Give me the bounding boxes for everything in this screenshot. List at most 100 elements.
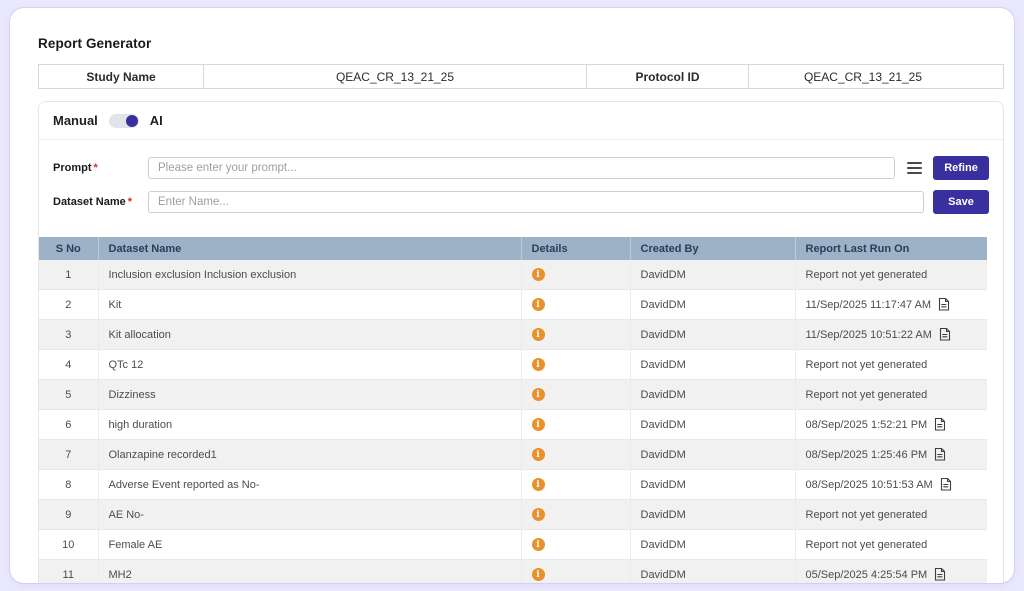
report-last-run-text: Report not yet generated <box>806 359 928 371</box>
details-info-icon[interactable]: i <box>532 478 545 491</box>
row-details-cell: i <box>521 500 630 530</box>
report-last-run-text: Report not yet generated <box>806 509 928 521</box>
row-dataset-name: QTc 12 <box>98 350 521 380</box>
row-dataset-name: Olanzapine recorded1 <box>98 440 521 470</box>
details-info-icon[interactable]: i <box>532 538 545 551</box>
prompt-row: Prompt* Refine <box>53 156 989 180</box>
row-serial-number: 6 <box>39 410 98 440</box>
required-asterisk: * <box>94 162 98 174</box>
dataset-table-body: 1 Inclusion exclusion Inclusion exclusio… <box>39 260 987 583</box>
report-last-run-text: 08/Sep/2025 1:52:21 PM <box>806 419 928 431</box>
table-row: 8 Adverse Event reported as No- i DavidD… <box>39 470 987 500</box>
table-row: 3 Kit allocation i DavidDM 11/Sep/2025 1… <box>39 320 987 350</box>
row-serial-number: 9 <box>39 500 98 530</box>
details-info-icon[interactable]: i <box>532 568 545 581</box>
row-report-last-run: Report not yet generated <box>795 530 987 560</box>
report-last-run-text: 11/Sep/2025 11:17:47 AM <box>806 299 932 311</box>
table-row: 5 Dizziness i DavidDM Report not yet gen… <box>39 380 987 410</box>
refine-button[interactable]: Refine <box>933 156 989 180</box>
row-created-by: DavidDM <box>630 350 795 380</box>
details-info-icon[interactable]: i <box>532 328 545 341</box>
report-last-run-text: Report not yet generated <box>806 389 928 401</box>
row-dataset-name: Inclusion exclusion Inclusion exclusion <box>98 260 521 290</box>
table-row: 1 Inclusion exclusion Inclusion exclusio… <box>39 260 987 290</box>
dataset-name-input[interactable] <box>148 191 924 213</box>
ai-mode-label[interactable]: AI <box>150 113 163 128</box>
row-serial-number: 7 <box>39 440 98 470</box>
required-asterisk: * <box>128 196 132 208</box>
table-row: 4 QTc 12 i DavidDM Report not yet genera… <box>39 350 987 380</box>
dataset-table: S No Dataset Name Details Created By Rep… <box>39 237 987 583</box>
study-name-label: Study Name <box>38 64 204 89</box>
report-last-run-text: 05/Sep/2025 4:25:54 PM <box>806 569 928 581</box>
row-dataset-name: Kit <box>98 290 521 320</box>
table-row: 11 MH2 i DavidDM 05/Sep/2025 4:25:54 PM <box>39 560 987 584</box>
row-details-cell: i <box>521 350 630 380</box>
column-header-dataset-name: Dataset Name <box>98 237 521 260</box>
details-info-icon[interactable]: i <box>532 298 545 311</box>
details-info-icon[interactable]: i <box>532 388 545 401</box>
details-info-icon[interactable]: i <box>532 418 545 431</box>
row-report-last-run: 08/Sep/2025 1:52:21 PM <box>795 410 987 440</box>
row-report-last-run: Report not yet generated <box>795 500 987 530</box>
row-serial-number: 8 <box>39 470 98 500</box>
manual-mode-label[interactable]: Manual <box>53 113 98 128</box>
row-report-last-run: Report not yet generated <box>795 260 987 290</box>
protocol-id-label: Protocol ID <box>586 64 749 89</box>
toggle-knob-icon <box>126 115 138 127</box>
row-created-by: DavidDM <box>630 290 795 320</box>
table-row: 10 Female AE i DavidDM Report not yet ge… <box>39 530 987 560</box>
prompt-options-menu-icon[interactable] <box>904 159 924 177</box>
row-dataset-name: Adverse Event reported as No- <box>98 470 521 500</box>
row-serial-number: 10 <box>39 530 98 560</box>
details-info-icon[interactable]: i <box>532 508 545 521</box>
column-header-created-by: Created By <box>630 237 795 260</box>
row-serial-number: 1 <box>39 260 98 290</box>
row-report-last-run: Report not yet generated <box>795 350 987 380</box>
report-file-icon[interactable] <box>938 298 950 311</box>
mode-toggle-switch[interactable] <box>109 114 139 128</box>
report-file-icon[interactable] <box>934 448 946 461</box>
report-generator-card: Report Generator Study Name QEAC_CR_13_2… <box>10 8 1014 583</box>
report-file-icon[interactable] <box>934 418 946 431</box>
row-dataset-name: Kit allocation <box>98 320 521 350</box>
row-created-by: DavidDM <box>630 320 795 350</box>
prompt-label: Prompt* <box>53 162 148 174</box>
row-details-cell: i <box>521 440 630 470</box>
dataset-name-row: Dataset Name* Save <box>53 190 989 214</box>
row-report-last-run: 05/Sep/2025 4:25:54 PM <box>795 560 987 584</box>
row-dataset-name: AE No- <box>98 500 521 530</box>
dataset-name-label: Dataset Name* <box>53 196 148 208</box>
details-info-icon[interactable]: i <box>532 268 545 281</box>
report-last-run-text: 08/Sep/2025 10:51:53 AM <box>806 479 933 491</box>
row-serial-number: 5 <box>39 380 98 410</box>
details-info-icon[interactable]: i <box>532 358 545 371</box>
generator-panel: Manual AI Prompt* Refine Dataset Name* <box>38 101 1004 583</box>
row-created-by: DavidDM <box>630 500 795 530</box>
column-header-sno: S No <box>39 237 98 260</box>
details-info-icon[interactable]: i <box>532 448 545 461</box>
save-button[interactable]: Save <box>933 190 989 214</box>
row-details-cell: i <box>521 470 630 500</box>
row-report-last-run: 08/Sep/2025 1:25:46 PM <box>795 440 987 470</box>
row-details-cell: i <box>521 290 630 320</box>
study-info-bar: Study Name QEAC_CR_13_21_25 Protocol ID … <box>38 64 1004 89</box>
row-created-by: DavidDM <box>630 260 795 290</box>
report-file-icon[interactable] <box>940 478 952 491</box>
report-last-run-text: Report not yet generated <box>806 539 928 551</box>
page-title: Report Generator <box>38 36 1004 51</box>
table-header-row: S No Dataset Name Details Created By Rep… <box>39 237 987 260</box>
report-last-run-text: 11/Sep/2025 10:51:22 AM <box>806 329 932 341</box>
row-details-cell: i <box>521 380 630 410</box>
table-row: 2 Kit i DavidDM 11/Sep/2025 11:17:47 AM <box>39 290 987 320</box>
report-file-icon[interactable] <box>934 568 946 581</box>
row-dataset-name: high duration <box>98 410 521 440</box>
study-name-value: QEAC_CR_13_21_25 <box>203 64 587 89</box>
prompt-input[interactable] <box>148 157 895 179</box>
row-dataset-name: Dizziness <box>98 380 521 410</box>
row-report-last-run: 11/Sep/2025 10:51:22 AM <box>795 320 987 350</box>
report-file-icon[interactable] <box>939 328 951 341</box>
row-details-cell: i <box>521 410 630 440</box>
mode-toggle-row: Manual AI <box>39 102 1003 140</box>
table-row: 9 AE No- i DavidDM Report not yet genera… <box>39 500 987 530</box>
